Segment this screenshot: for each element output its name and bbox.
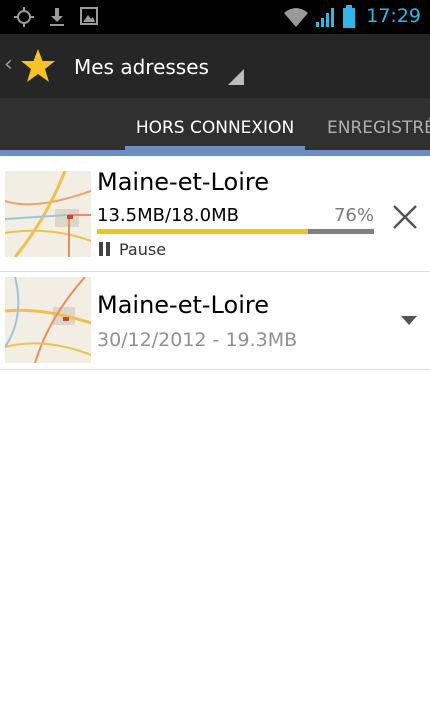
chevron-down-icon[interactable] (401, 316, 417, 325)
signal-icon (316, 8, 334, 27)
download-percent: 76% (333, 205, 374, 226)
battery-icon (343, 5, 355, 28)
map-thumbnail-image (5, 171, 91, 257)
action-bar-title[interactable]: Mes adresses (74, 55, 209, 79)
download-progress-fill (97, 229, 308, 234)
tab-strip: HORS CONNEXION ENREGISTRÉS (0, 98, 430, 150)
up-chevron-icon[interactable]: ‹ (4, 52, 13, 77)
tab-enregistres[interactable]: ENREGISTRÉS (327, 98, 430, 150)
gps-icon (14, 7, 34, 27)
map-thumbnail (5, 277, 91, 363)
star-icon[interactable] (20, 48, 56, 84)
list-item-downloaded[interactable]: Maine-et-Loire 30/12/2012 - 19.3MB (0, 272, 430, 369)
tab-hors-connexion[interactable]: HORS CONNEXION (120, 98, 310, 150)
download-size: 13.5MB/18.0MB (97, 205, 239, 226)
wifi-icon (284, 8, 308, 27)
item-title: Maine-et-Loire (97, 168, 269, 196)
item-title: Maine-et-Loire (97, 291, 269, 319)
pause-icon[interactable] (98, 242, 112, 256)
pause-button[interactable]: Pause (119, 240, 166, 259)
clock: 17:29 (366, 5, 421, 27)
action-bar: ‹ Mes adresses (0, 34, 430, 98)
image-icon (80, 7, 98, 25)
active-tab-indicator (125, 146, 305, 152)
spinner-arrow-icon[interactable] (228, 69, 244, 85)
list-divider (0, 369, 430, 370)
item-subtitle: 30/12/2012 - 19.3MB (97, 329, 298, 351)
map-thumbnail (5, 171, 91, 257)
download-progress-bar (97, 229, 374, 234)
map-thumbnail-image (5, 277, 91, 363)
close-icon[interactable] (389, 201, 421, 233)
status-bar: 17:29 (0, 0, 430, 34)
download-icon (50, 8, 64, 26)
list-item-downloading[interactable]: Maine-et-Loire 13.5MB/18.0MB 76% Pause (0, 156, 430, 271)
